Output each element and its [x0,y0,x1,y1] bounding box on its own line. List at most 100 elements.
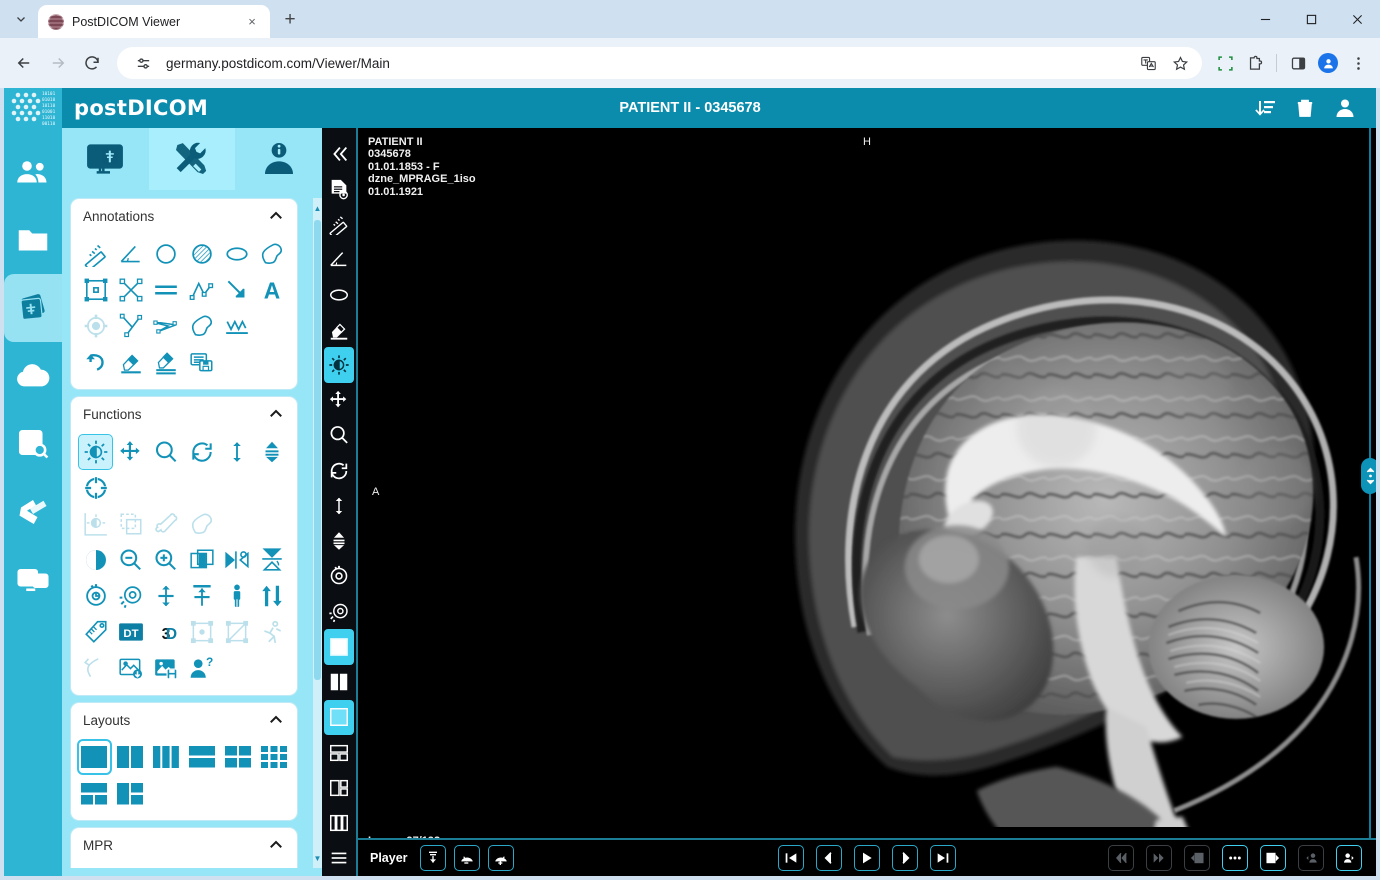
layout-1x2-button[interactable] [115,741,146,773]
rotate-ccw-icon[interactable] [79,579,112,613]
layout-1x1-button[interactable] [77,739,112,775]
close-icon[interactable]: × [244,14,260,30]
chevron-up-icon[interactable] [267,405,285,423]
rotate-ccw-icon[interactable] [324,559,354,594]
crop-icon[interactable] [114,507,147,541]
layout-1x2-icon[interactable] [324,665,354,700]
tab-tools[interactable] [148,128,236,190]
previous-layout-page-button[interactable] [1184,845,1210,871]
layout-3x3-button[interactable] [258,741,289,773]
user-icon[interactable] [1330,93,1360,123]
arrow-icon[interactable] [220,273,253,307]
sidebar-item-upload[interactable] [4,342,62,410]
profile-avatar-icon[interactable] [1314,49,1342,77]
layout-1x3-icon[interactable] [324,805,354,840]
sidebar-scrollbar[interactable]: ▲ ▼ [313,198,322,868]
previous-frame-button[interactable] [816,845,842,871]
previous-patient-button[interactable] [1298,845,1324,871]
layout-1x1-icon[interactable] [324,629,354,665]
forward-arrow-icon[interactable] [42,47,74,79]
panel-mpr-header[interactable]: MPR [71,828,297,862]
angle-icon[interactable] [114,237,147,271]
sort-list-icon[interactable] [1250,93,1280,123]
export-image-icon[interactable] [114,651,147,685]
text-annotation-icon[interactable]: A [256,273,289,307]
trash-icon[interactable] [1290,93,1320,123]
screenshot-icon[interactable] [1211,49,1239,77]
first-frame-button[interactable] [778,845,804,871]
reset-shape-icon[interactable] [79,651,112,685]
polyline-icon[interactable] [185,273,218,307]
extensions-icon[interactable] [1241,49,1269,77]
target-icon[interactable] [79,309,112,343]
layout-1-over-2-icon[interactable] [324,735,354,770]
erase-all-icon[interactable] [150,345,183,379]
scroll-vertical-icon[interactable] [324,488,354,523]
save-annotation-icon[interactable] [185,345,218,379]
next-patient-button[interactable] [1336,845,1362,871]
save-image-icon[interactable] [150,651,183,685]
layout-2x2-button[interactable] [222,741,253,773]
document-view-icon[interactable] [324,171,354,206]
play-button[interactable] [854,845,880,871]
roi-window-icon[interactable] [79,507,112,541]
cobb-angle-icon[interactable] [114,309,147,343]
side-panel-icon[interactable] [1284,49,1312,77]
sidebar-item-share-screen[interactable] [4,546,62,614]
panel-functions-header[interactable]: Functions [71,397,297,431]
sidebar-item-reports[interactable] [4,410,62,478]
undo-icon[interactable] [79,345,112,379]
maximize-icon[interactable] [1288,0,1334,38]
star-icon[interactable] [1166,49,1194,77]
pan-icon[interactable] [114,435,147,469]
ruler-icon[interactable] [324,206,354,241]
patient-orientation-icon[interactable] [220,579,253,613]
panel-annotations-header[interactable]: Annotations [71,199,297,233]
anonymize-icon[interactable]: ? [185,651,218,685]
parallel-lines-icon[interactable] [150,273,183,307]
crosshair-icon[interactable] [79,471,112,505]
rewind-series-button[interactable] [1108,845,1134,871]
sidebar-item-folders[interactable] [4,206,62,274]
layout-left-2-right-icon[interactable] [324,770,354,805]
rotate-icon[interactable] [324,453,354,488]
spline-measure-icon[interactable] [150,309,183,343]
region-icon[interactable] [185,507,218,541]
wave-measure-icon[interactable] [220,309,253,343]
flip-horizontal-icon[interactable] [220,543,253,577]
forward-series-button[interactable] [1146,845,1172,871]
last-frame-button[interactable] [930,845,956,871]
fit-width-icon[interactable] [185,579,218,613]
reload-icon[interactable] [76,47,108,79]
layout-left-2-right-button[interactable] [115,778,146,810]
layout-1x3-button[interactable] [151,741,182,773]
invert-icon[interactable] [79,543,112,577]
zoom-in-icon[interactable] [150,543,183,577]
closed-freehand-icon[interactable] [185,309,218,343]
tab-series[interactable] [62,128,149,190]
image-viewport[interactable]: PATIENT II 0345678 01.01.1853 - F dzne_M… [356,128,1376,876]
rotate-icon[interactable] [185,435,218,469]
scroll-up-arrow[interactable]: ▲ [313,202,322,214]
speed-up-icon[interactable] [487,845,514,871]
pan-icon[interactable] [324,383,354,418]
tag-icon[interactable] [79,615,112,649]
sort-order-icon[interactable] [256,579,289,613]
cross-measure-icon[interactable] [114,273,147,307]
download-cine-icon[interactable] [419,845,446,871]
browser-tab[interactable]: PostDICOM Viewer × [38,5,270,38]
compare-split-icon[interactable] [185,543,218,577]
freehand-icon[interactable] [256,237,289,271]
zoom-out-icon[interactable] [114,543,147,577]
rectangle-roi-icon[interactable] [79,273,112,307]
layout-1-over-2-button[interactable] [79,778,110,810]
chevron-up-icon[interactable] [267,207,285,225]
speed-down-icon[interactable] [453,845,480,871]
stack-scroll-slider[interactable] [1361,128,1376,876]
flip-vertical-icon[interactable] [256,543,289,577]
more-options-button[interactable] [1222,845,1248,871]
stack-scroll-handle[interactable] [1361,458,1376,494]
translate-icon[interactable] [1134,49,1162,77]
measure-reset-icon[interactable] [220,615,253,649]
eraser-icon[interactable] [324,312,354,347]
